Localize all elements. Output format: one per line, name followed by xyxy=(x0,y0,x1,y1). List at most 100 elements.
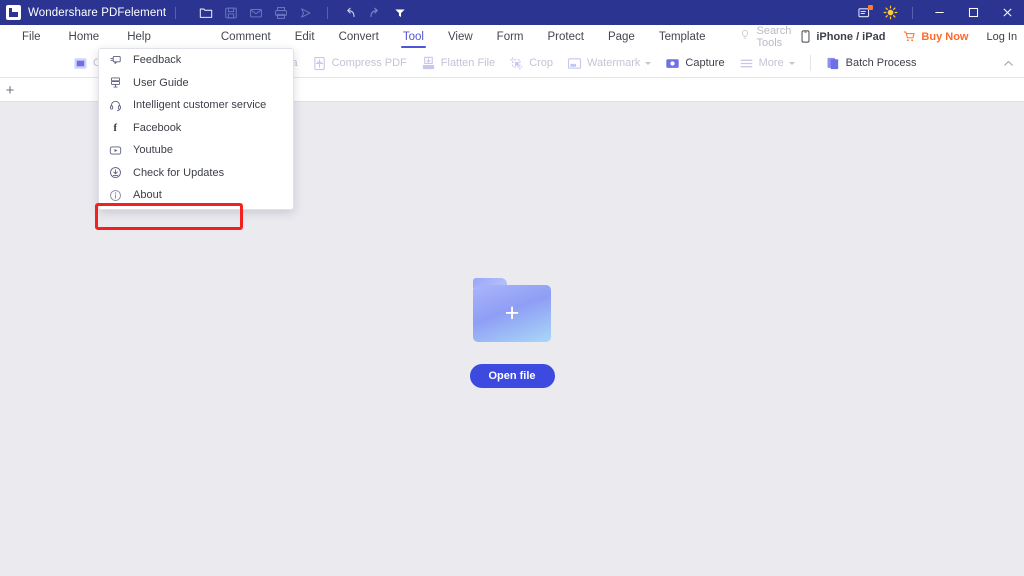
collapse-ribbon-chevron-icon[interactable] xyxy=(1002,57,1015,70)
menu-option-facebook[interactable]: f Facebook xyxy=(99,117,293,140)
undo-icon[interactable] xyxy=(337,2,362,24)
title-bar: Wondershare PDFelement xyxy=(0,0,1024,25)
user-guide-icon xyxy=(105,76,125,89)
feedback-icon xyxy=(105,54,125,67)
ribbon-label-capture: Capture xyxy=(685,57,725,69)
watermark-caret-icon[interactable] xyxy=(645,61,652,65)
theme-sun-icon[interactable] xyxy=(878,2,903,24)
search-placeholder: Search Tools xyxy=(756,24,792,49)
watermark-icon xyxy=(567,56,582,71)
tab-template[interactable]: Template xyxy=(647,25,718,49)
titlebar-divider-1 xyxy=(175,6,177,19)
ribbon-label-compress-pdf: Compress PDF xyxy=(331,57,407,69)
menu-label-about: About xyxy=(133,189,162,202)
menu-option-intelligent-customer-service[interactable]: Intelligent customer service xyxy=(99,94,293,117)
mobile-device-icon xyxy=(800,30,811,43)
tab-view[interactable]: View xyxy=(436,25,485,49)
download-update-icon xyxy=(105,166,125,179)
menu-option-youtube[interactable]: Youtube xyxy=(99,139,293,162)
search-tools-input[interactable]: Search Tools xyxy=(739,25,791,49)
tab-form[interactable]: Form xyxy=(485,25,536,49)
quick-access-toolbar xyxy=(193,2,412,24)
tab-convert[interactable]: Convert xyxy=(327,25,391,49)
ribbon-item-capture[interactable]: Capture xyxy=(658,49,731,78)
minimize-button[interactable] xyxy=(922,0,956,25)
close-button[interactable] xyxy=(990,0,1024,25)
iphone-ipad-label: iPhone / iPad xyxy=(816,30,886,43)
ribbon-item-watermark[interactable]: Watermark xyxy=(560,49,658,78)
help-dropdown-menu: Feedback User Guide Intelligent customer… xyxy=(95,48,294,230)
open-folder-icon[interactable] xyxy=(193,2,218,24)
info-icon xyxy=(105,189,125,202)
titlebar-divider-2 xyxy=(327,6,329,19)
iphone-ipad-button[interactable]: iPhone / iPad xyxy=(791,30,894,43)
menu-item-help[interactable]: Help xyxy=(113,25,165,49)
menu-label-check-for-updates: Check for Updates xyxy=(133,166,225,179)
tab-protect[interactable]: Protect xyxy=(536,25,596,49)
cart-icon xyxy=(903,30,916,43)
tab-edit[interactable]: Edit xyxy=(283,25,327,49)
maximize-button[interactable] xyxy=(956,0,990,25)
menu-label-intelligent-customer-service: Intelligent customer service xyxy=(133,99,267,112)
ribbon-label-crop: Crop xyxy=(529,57,554,69)
ribbon-item-more[interactable]: More xyxy=(732,49,802,78)
ribbon-item-batch-process[interactable]: Batch Process xyxy=(819,49,924,78)
compress-icon xyxy=(312,56,327,71)
more-caret-icon[interactable] xyxy=(788,61,795,65)
batch-process-icon xyxy=(826,56,841,71)
folder-add-icon[interactable]: + xyxy=(473,278,551,342)
menu-item-file[interactable]: File xyxy=(8,25,55,49)
customize-toolbar-icon[interactable] xyxy=(387,2,412,24)
facebook-icon: f xyxy=(105,121,125,134)
empty-state: + Open file xyxy=(469,278,555,388)
headset-icon xyxy=(105,99,125,112)
redo-icon[interactable] xyxy=(362,2,387,24)
tab-page[interactable]: Page xyxy=(596,25,647,49)
menu-bar-left-group: File Home Help xyxy=(8,25,165,49)
menu-label-user-guide: User Guide xyxy=(133,76,189,89)
application-window: Wondershare PDFelement File Home Help Co… xyxy=(0,0,1024,576)
save-icon[interactable] xyxy=(218,2,243,24)
new-tab-button[interactable]: + xyxy=(0,78,20,102)
print-icon[interactable] xyxy=(268,2,293,24)
log-in-button[interactable]: Log In xyxy=(977,31,1024,43)
youtube-icon xyxy=(105,144,125,157)
more-lines-icon xyxy=(739,56,754,71)
search-bulb-icon xyxy=(739,28,751,46)
menu-bar: File Home Help Comment Edit Convert Tool… xyxy=(0,25,1024,49)
ribbon-divider xyxy=(809,55,811,71)
buy-now-button[interactable]: Buy Now xyxy=(894,30,977,43)
tab-comment[interactable]: Comment xyxy=(209,25,283,49)
menu-label-facebook: Facebook xyxy=(133,121,182,134)
menu-label-feedback: Feedback xyxy=(133,54,182,67)
ribbon-label-watermark: Watermark xyxy=(587,57,641,69)
ribbon-label-batch-process: Batch Process xyxy=(845,57,917,69)
menu-option-about[interactable]: About xyxy=(99,184,293,207)
tab-tool[interactable]: Tool xyxy=(391,25,436,49)
app-logo-icon xyxy=(6,5,21,20)
menu-option-check-for-updates[interactable]: Check for Updates xyxy=(99,162,293,185)
svg-text:f: f xyxy=(113,123,117,134)
ribbon-label-flatten-file: Flatten File xyxy=(440,57,496,69)
capture-camera-icon xyxy=(665,56,680,71)
flatten-icon xyxy=(421,56,436,71)
email-icon[interactable] xyxy=(243,2,268,24)
ribbon-item-crop[interactable]: Crop xyxy=(502,49,560,78)
menu-option-user-guide[interactable]: User Guide xyxy=(99,72,293,95)
ribbon-tab-group: Comment Edit Convert Tool View Form Prot… xyxy=(209,25,718,49)
titlebar-divider-3 xyxy=(912,6,913,19)
crop-icon xyxy=(509,56,524,71)
ribbon-item-compress-pdf[interactable]: Compress PDF xyxy=(305,49,414,78)
menu-item-home[interactable]: Home xyxy=(55,25,114,49)
window-controls-group xyxy=(850,0,1024,25)
share-icon[interactable] xyxy=(293,2,318,24)
ocr-icon xyxy=(73,56,88,71)
menu-option-feedback[interactable]: Feedback xyxy=(99,49,293,72)
ribbon-item-flatten-file[interactable]: Flatten File xyxy=(414,49,502,78)
app-title: Wondershare PDFelement xyxy=(28,6,167,19)
folder-plus-glyph: + xyxy=(504,299,520,327)
open-file-button[interactable]: Open file xyxy=(469,364,555,388)
notification-icon[interactable] xyxy=(850,0,878,25)
buy-now-label: Buy Now xyxy=(921,30,969,43)
ribbon-label-more: More xyxy=(758,57,784,69)
